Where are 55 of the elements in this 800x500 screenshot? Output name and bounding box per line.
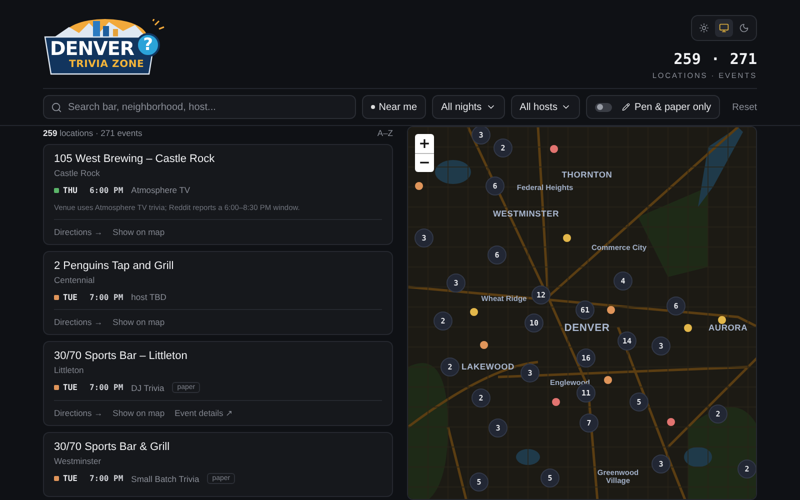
monitor-icon <box>719 22 729 32</box>
moon-icon <box>739 22 749 32</box>
search-field[interactable]: Search bar, neighborhood, host... <box>43 95 356 119</box>
card-link[interactable]: Directions → <box>54 408 103 418</box>
location-count: 259 <box>674 50 701 68</box>
pen-paper-toggle[interactable]: Pen & paper only <box>586 95 720 119</box>
event-time: 7:00 PM <box>89 292 124 302</box>
venue-area: Littleton <box>54 365 382 375</box>
results-summary: 259 locations · 271 events <box>43 128 142 138</box>
reset-button[interactable]: Reset <box>726 102 757 112</box>
card-link[interactable]: Show on map <box>112 317 165 327</box>
venue-name: 30/70 Sports Bar & Grill <box>54 441 171 453</box>
logo-wordmark: DENVER <box>50 40 134 59</box>
place-label: LAKEWOOD <box>462 362 514 372</box>
venue-name: 105 West Brewing – Castle Rock <box>54 153 216 165</box>
card-link[interactable]: Show on map <box>112 408 165 418</box>
toggle-switch[interactable] <box>595 102 612 112</box>
event-time: 7:00 PM <box>89 474 124 483</box>
event-host: Atmosphere TV <box>131 185 190 195</box>
logo-tagline: TRIVIA ZONE <box>69 60 144 70</box>
card-link[interactable]: Event details ↗ <box>174 408 234 418</box>
zoom-out-button[interactable]: − <box>415 153 434 172</box>
event-day: TUE <box>63 383 78 392</box>
event-host: host TBD <box>131 292 166 302</box>
event-day: TUE <box>63 474 78 483</box>
hosts-dropdown[interactable]: All hosts <box>510 95 580 119</box>
event-day: TUE <box>63 292 78 302</box>
event-day: THU <box>63 186 78 194</box>
venue-area: Centennial <box>54 275 382 285</box>
zoom-in-button[interactable]: + <box>415 134 434 153</box>
venue-area: Westminster <box>54 456 382 466</box>
pencil-icon <box>622 103 630 111</box>
venue-name: 30/70 Sports Bar – Littleton <box>54 350 188 362</box>
event-count: 271 <box>730 50 757 68</box>
place-label: DENVER <box>564 323 610 335</box>
event-host: DJ Trivia <box>131 382 164 392</box>
place-label: AURORA <box>708 323 748 333</box>
venue-name: 2 Penguins Tap and Grill <box>54 260 175 272</box>
place-label: THORNTON <box>562 170 612 180</box>
logo-question-mark: ? <box>136 33 160 57</box>
event-time: 6:00 PM <box>89 186 124 194</box>
event-host: Small Batch Trivia <box>131 474 200 484</box>
event-time: 7:00 PM <box>89 383 124 392</box>
sort-label[interactable]: A–Z <box>377 128 393 138</box>
nights-dropdown[interactable]: All nights <box>432 95 505 119</box>
near-me-button[interactable]: Near me <box>362 95 426 119</box>
search-icon <box>51 102 62 112</box>
card-link[interactable]: Directions → <box>54 317 103 327</box>
venue-area: Castle Rock <box>54 168 382 178</box>
separator: · <box>710 50 720 68</box>
sun-icon <box>699 22 709 32</box>
card-link[interactable]: Show on map <box>112 227 165 237</box>
system-theme-button[interactable] <box>715 18 733 36</box>
place-label: WESTMINSTER <box>492 209 560 219</box>
card-link[interactable]: Directions → <box>54 227 103 237</box>
